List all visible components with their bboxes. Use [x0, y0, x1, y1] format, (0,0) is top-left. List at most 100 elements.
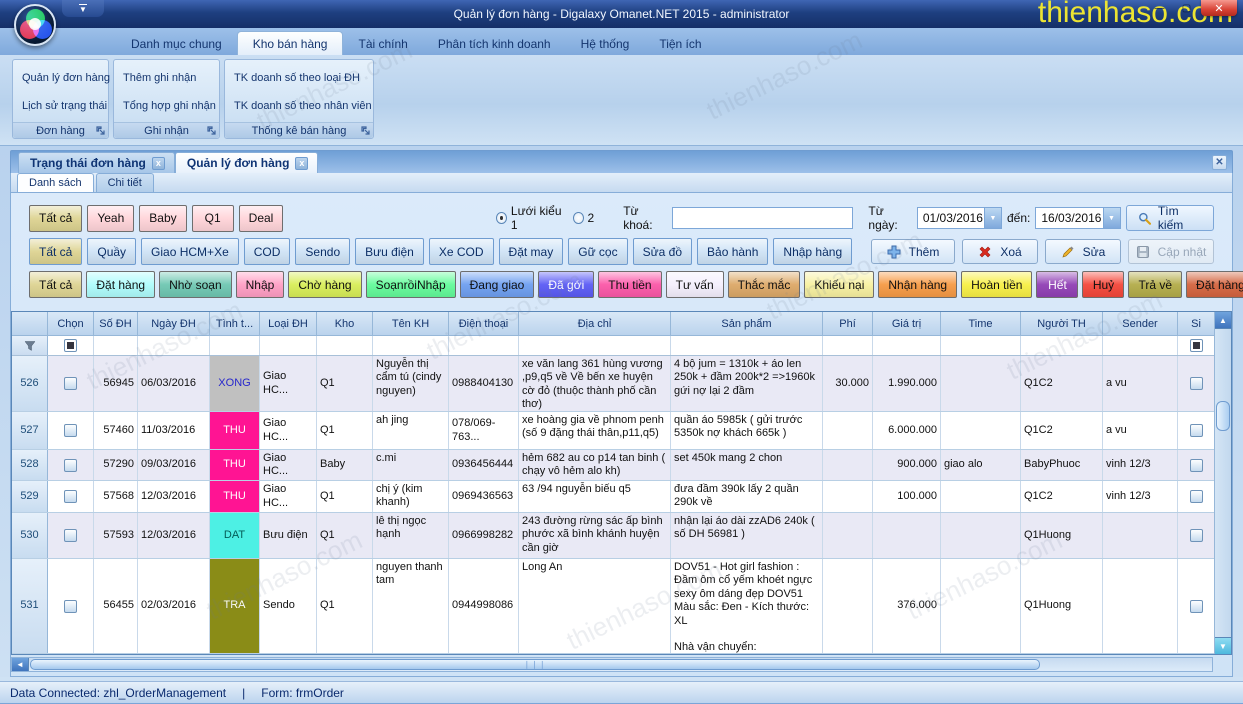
maximize-button[interactable]: ▢ — [1174, 0, 1199, 16]
ribbon-tab-kho-ban-hang[interactable]: Kho bán hàng — [237, 31, 344, 55]
type-filter-button[interactable]: Bưu điện — [355, 238, 424, 265]
grid-style-radio-1[interactable] — [496, 212, 507, 224]
type-filter-button[interactable]: Bảo hành — [697, 238, 768, 265]
add-button[interactable]: Thêm — [871, 239, 955, 264]
type-filter-button[interactable]: COD — [244, 238, 291, 265]
row-si-checkbox[interactable] — [1190, 424, 1203, 437]
filter-cell[interactable] — [373, 336, 449, 355]
column-header-ten-kh[interactable]: Tên KH — [373, 312, 449, 336]
edit-button[interactable]: Sửa — [1045, 239, 1121, 264]
ribbon-item-tong-hop-ghi-nhan[interactable]: Tổng hợp ghi nhận — [122, 98, 211, 114]
table-row[interactable]: 529 57568 12/03/2016 THU Giao HC... Q1 c… — [12, 481, 1214, 513]
status-filter-button[interactable]: Nhận hàng — [878, 271, 957, 298]
chevron-down-icon[interactable]: ▼ — [984, 208, 1001, 228]
ribbon-item-tk-nhan-vien[interactable]: TK doanh số theo nhân viên — [233, 98, 365, 114]
quick-access-dropdown[interactable]: ▼ — [62, 0, 104, 17]
date-from-select[interactable]: 01/03/2016 ▼ — [917, 207, 1002, 229]
ribbon-item-quan-ly-don-hang[interactable]: Quản lý đơn hàng — [21, 70, 100, 86]
column-header-si[interactable]: Si — [1178, 312, 1214, 336]
update-button[interactable]: Cập nhật — [1128, 239, 1214, 264]
filter-cell[interactable] — [317, 336, 373, 355]
status-filter-button[interactable]: Tất cả — [29, 271, 82, 298]
column-header-dien-thoai[interactable]: Điện thoại — [449, 312, 519, 336]
ribbon-item-lich-su-trang-thai[interactable]: Lịch sử trạng thái — [21, 98, 100, 114]
app-logo[interactable] — [14, 4, 56, 46]
column-header-phi[interactable]: Phí — [823, 312, 873, 336]
view-tab-chi-tiet[interactable]: Chi tiết — [96, 173, 154, 192]
status-filter-button[interactable]: Hết — [1036, 271, 1078, 298]
filter-cell[interactable] — [449, 336, 519, 355]
column-header-ngay-dh[interactable]: Ngày ĐH — [138, 312, 210, 336]
tabbar-close-button[interactable]: ✕ — [1212, 155, 1227, 170]
row-si-checkbox[interactable] — [1190, 490, 1203, 503]
row-checkbox[interactable] — [64, 529, 77, 542]
scroll-left-button[interactable]: ◄ — [12, 658, 29, 671]
column-header-kho[interactable]: Kho — [317, 312, 373, 336]
row-checkbox[interactable] — [64, 459, 77, 472]
filter-cell[interactable] — [1021, 336, 1103, 355]
row-si-checkbox[interactable] — [1190, 459, 1203, 472]
ribbon-tab-tien-ich[interactable]: Tiện ích — [644, 32, 716, 55]
group-filter-button[interactable]: Yeah — [87, 205, 134, 232]
filter-cell[interactable] — [823, 336, 873, 355]
select-all-checkbox[interactable] — [64, 339, 77, 352]
column-header-loai-dh[interactable]: Loại ĐH — [260, 312, 317, 336]
column-header-dia-chi[interactable]: Địa chỉ — [519, 312, 671, 336]
filter-cell[interactable] — [210, 336, 260, 355]
filter-cell[interactable] — [260, 336, 317, 355]
type-filter-button[interactable]: Gữ cọc — [568, 238, 627, 265]
column-header-gia-tri[interactable]: Giá trị — [873, 312, 941, 336]
filter-cell-si[interactable] — [1178, 336, 1214, 355]
filter-cell[interactable] — [873, 336, 941, 355]
status-filter-button[interactable]: Đang giao — [460, 271, 535, 298]
dialog-launcher-icon[interactable] — [360, 125, 371, 136]
status-filter-button[interactable]: Chờ hàng — [288, 271, 361, 298]
status-filter-button[interactable]: Hoàn tiền — [961, 271, 1032, 298]
ribbon-tab-he-thong[interactable]: Hệ thống — [566, 32, 645, 55]
status-filter-button[interactable]: Đặt hàng lại — [1186, 271, 1243, 298]
type-filter-button[interactable]: Sửa đồ — [633, 238, 692, 265]
date-to-select[interactable]: 16/03/2016 ▼ — [1035, 207, 1120, 229]
delete-button[interactable]: Xoá — [962, 239, 1038, 264]
dialog-launcher-icon[interactable] — [206, 125, 217, 136]
doc-tab-quan-ly-don-hang[interactable]: Quản lý đơn hàng x — [175, 152, 319, 173]
close-icon[interactable]: x — [152, 157, 165, 170]
doc-tab-trang-thai-don-hang[interactable]: Trạng thái đơn hàng x — [18, 152, 175, 173]
minimize-button[interactable]: — — [1147, 0, 1172, 16]
horizontal-scroll-thumb[interactable]: ❘❘❘ — [30, 659, 1040, 670]
vertical-scroll-thumb[interactable] — [1216, 401, 1230, 431]
status-filter-button[interactable]: Nhập — [236, 271, 285, 298]
row-si-checkbox[interactable] — [1190, 600, 1203, 613]
ribbon-tab-danh-muc-chung[interactable]: Danh mục chung — [116, 32, 237, 55]
filter-cell[interactable] — [94, 336, 138, 355]
column-header-tinh-trang[interactable]: Tình t... — [210, 312, 260, 336]
column-header-sender[interactable]: Sender — [1103, 312, 1178, 336]
table-row[interactable]: 527 57460 11/03/2016 THU Giao HC... Q1 a… — [12, 412, 1214, 450]
type-filter-button[interactable]: Xe COD — [429, 238, 494, 265]
view-tab-danh-sach[interactable]: Danh sách — [17, 173, 94, 192]
table-row[interactable]: 526 56945 06/03/2016 XONG Giao HC... Q1 … — [12, 356, 1214, 412]
row-si-checkbox[interactable] — [1190, 377, 1203, 390]
horizontal-scrollbar[interactable]: ◄ ❘❘❘ — [11, 657, 1213, 672]
filter-cell[interactable] — [941, 336, 1021, 355]
ribbon-item-tk-loai-dh[interactable]: TK doanh số theo loại ĐH — [233, 70, 365, 86]
type-filter-button[interactable]: Sendo — [295, 238, 350, 265]
vertical-scrollbar[interactable]: ▲ ▼ — [1214, 312, 1231, 654]
scroll-down-button[interactable]: ▼ — [1215, 637, 1231, 654]
grid-style-radio-2[interactable] — [573, 212, 584, 224]
status-filter-button[interactable]: Thu tiền — [598, 271, 661, 298]
chevron-down-icon[interactable]: ▼ — [1103, 208, 1120, 228]
type-filter-button[interactable]: Quầy — [87, 238, 136, 265]
dialog-launcher-icon[interactable] — [95, 125, 106, 136]
search-button[interactable]: Tìm kiếm — [1126, 205, 1214, 231]
scroll-up-button[interactable]: ▲ — [1215, 312, 1231, 329]
row-checkbox[interactable] — [64, 377, 77, 390]
filter-cell[interactable] — [138, 336, 210, 355]
column-header-nguoi-th[interactable]: Người TH — [1021, 312, 1103, 336]
ribbon-tab-tai-chinh[interactable]: Tài chính — [343, 32, 422, 55]
table-row[interactable]: 530 57593 12/03/2016 DAT Bưu điện Q1 lê … — [12, 513, 1214, 559]
column-header-time[interactable]: Time — [941, 312, 1021, 336]
group-filter-button[interactable]: Q1 — [192, 205, 234, 232]
type-filter-button[interactable]: Đặt may — [499, 238, 564, 265]
row-checkbox[interactable] — [64, 490, 77, 503]
